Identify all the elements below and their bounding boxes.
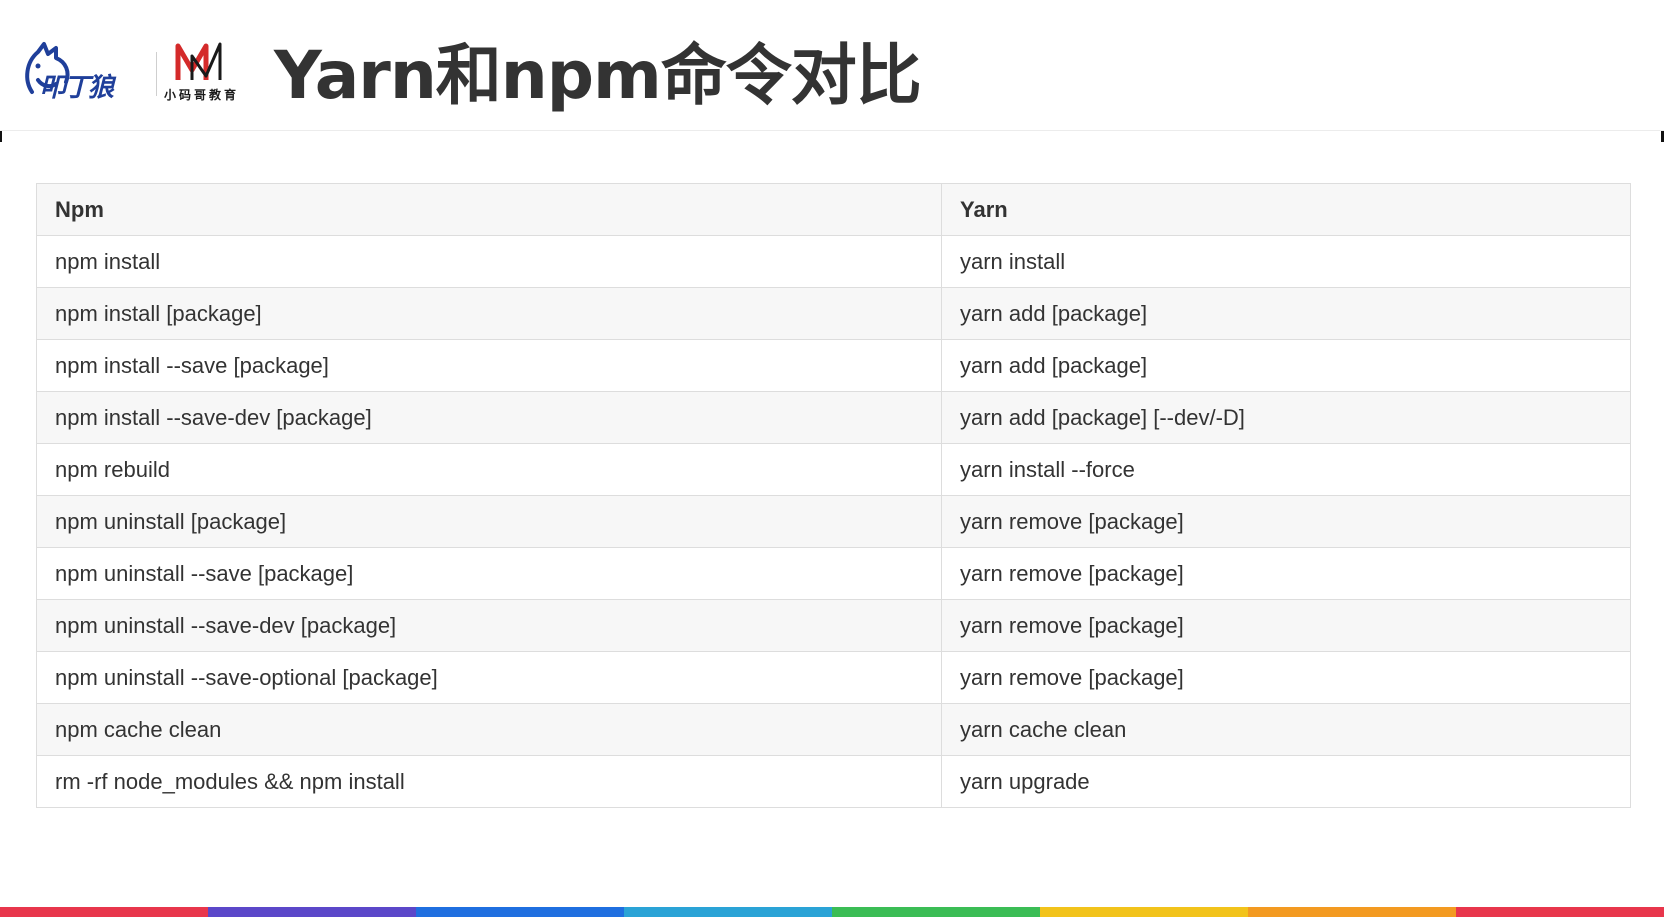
- logo-divider: [156, 52, 157, 96]
- comparison-table-container: Npm Yarn npm install yarn install npm in…: [36, 183, 1631, 808]
- slide-header: 叩丁狼 小码哥教育 Yarn和npm命令对比: [0, 0, 1664, 131]
- npm-command-cell: npm cache clean: [36, 703, 942, 756]
- rainbow-segment: [832, 907, 1040, 917]
- koudinglang-logo-text: 叩丁狼: [40, 73, 117, 103]
- table-row: npm uninstall --save [package] yarn remo…: [36, 547, 1631, 600]
- npm-command-cell: npm uninstall --save-optional [package]: [36, 651, 942, 704]
- yarn-command-cell: yarn remove [package]: [941, 547, 1631, 600]
- table-row: npm install [package] yarn add [package]: [36, 287, 1631, 340]
- npm-command-cell: npm uninstall --save-dev [package]: [36, 599, 942, 652]
- table-row: npm rebuild yarn install --force: [36, 443, 1631, 496]
- npm-command-cell: npm uninstall [package]: [36, 495, 942, 548]
- npm-command-cell: npm install --save [package]: [36, 339, 942, 392]
- npm-command-cell: npm install --save-dev [package]: [36, 391, 942, 444]
- yarn-command-cell: yarn cache clean: [941, 703, 1631, 756]
- table-row: npm uninstall --save-optional [package] …: [36, 651, 1631, 704]
- rainbow-segment: [1456, 907, 1664, 917]
- xiaomage-logo-text: 小码哥教育: [164, 88, 240, 102]
- table-row: npm install --save [package] yarn add [p…: [36, 339, 1631, 392]
- npm-command-cell: npm install: [36, 235, 942, 288]
- page-title: Yarn和npm命令对比: [274, 37, 922, 114]
- yarn-command-cell: yarn upgrade: [941, 755, 1631, 808]
- npm-command-cell: npm install [package]: [36, 287, 942, 340]
- yarn-command-cell: yarn install --force: [941, 443, 1631, 496]
- table-header-row: Npm Yarn: [36, 183, 1631, 236]
- npm-command-cell: npm rebuild: [36, 443, 942, 496]
- yarn-command-cell: yarn remove [package]: [941, 599, 1631, 652]
- table-row: rm -rf node_modules && npm install yarn …: [36, 755, 1631, 808]
- rainbow-segment: [416, 907, 624, 917]
- column-header-yarn: Yarn: [941, 183, 1631, 236]
- table-row: npm cache clean yarn cache clean: [36, 703, 1631, 756]
- npm-command-cell: rm -rf node_modules && npm install: [36, 755, 942, 808]
- npm-command-cell: npm uninstall --save [package]: [36, 547, 942, 600]
- yarn-command-cell: yarn remove [package]: [941, 495, 1631, 548]
- koudinglang-logo: 叩丁狼: [25, 42, 119, 103]
- rainbow-segment: [208, 907, 416, 917]
- rainbow-segment: [624, 907, 832, 917]
- table-row: npm uninstall [package] yarn remove [pac…: [36, 495, 1631, 548]
- table-row: npm uninstall --save-dev [package] yarn …: [36, 599, 1631, 652]
- table-row: npm install --save-dev [package] yarn ad…: [36, 391, 1631, 444]
- rainbow-segment: [1248, 907, 1456, 917]
- comparison-table: Npm Yarn npm install yarn install npm in…: [36, 183, 1631, 808]
- yarn-command-cell: yarn add [package] [--dev/-D]: [941, 391, 1631, 444]
- rainbow-segment: [1040, 907, 1248, 917]
- yarn-command-cell: yarn add [package]: [941, 339, 1631, 392]
- column-header-npm: Npm: [36, 183, 942, 236]
- rainbow-footer-bar: [0, 907, 1664, 917]
- yarn-command-cell: yarn remove [package]: [941, 651, 1631, 704]
- table-row: npm install yarn install: [36, 235, 1631, 288]
- rainbow-segment: [0, 907, 208, 917]
- yarn-command-cell: yarn install: [941, 235, 1631, 288]
- yarn-command-cell: yarn add [package]: [941, 287, 1631, 340]
